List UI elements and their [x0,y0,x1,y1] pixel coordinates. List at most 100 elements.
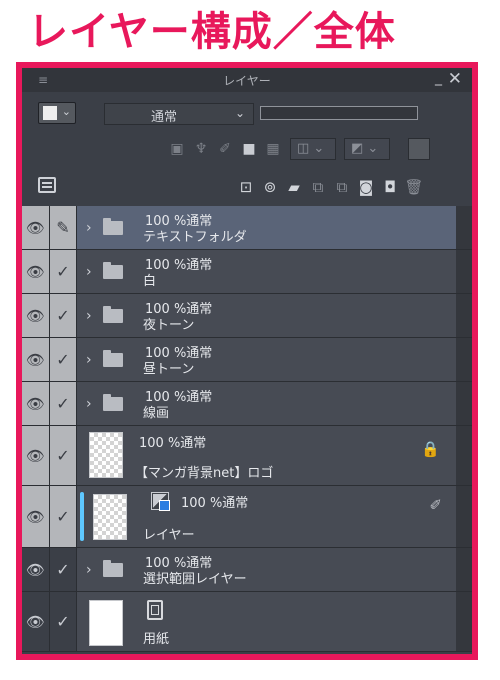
expand-icon[interactable]: › [86,395,92,413]
delete-icon[interactable]: 🗑 [404,177,424,197]
layer-body[interactable]: › 100 %通常 選択範囲レイヤー [77,548,456,591]
visibility-toggle[interactable]: 👁 [22,206,50,249]
expand-icon[interactable]: › [86,307,92,325]
new-raster-layer-icon[interactable]: ⊡ [236,177,256,197]
scrollbar-track[interactable] [456,338,472,381]
layer-opacity-mode: 100 %通常 [139,436,207,451]
layer-command-bar: ⊡ ⊚ ▰ ⧉ ⧉ ◙ ◘ 🗑 [22,172,472,202]
lock-layer-icon[interactable]: ■ [240,140,258,158]
panel-titlebar[interactable]: ≡ レイヤー _ ✕ [22,68,472,92]
mask-icon[interactable]: ◙ [356,177,376,197]
layer-body[interactable]: 100 %通常 【マンガ背景net】ロゴ 🔒 [77,426,456,485]
layer-body[interactable]: 用紙 [77,592,456,651]
layer-color-button[interactable]: ⌄ [38,102,76,124]
folder-icon [103,349,123,367]
edit-target-toggle[interactable]: ✓ [50,294,77,337]
transfer-lower-icon[interactable]: ⧉ [308,177,328,197]
layer-body[interactable]: › 100 %通常 テキストフォルダ [77,206,456,249]
close-icon[interactable]: ✕ [448,69,462,89]
apply-mask-icon[interactable]: ◘ [380,177,400,197]
scrollbar-track[interactable] [456,592,472,651]
edit-target-toggle[interactable]: ✓ [50,592,77,651]
visibility-toggle[interactable]: 👁 [22,382,50,425]
expand-icon[interactable]: › [86,351,92,369]
layer-name: テキストフォルダ [143,230,247,245]
layer-row[interactable]: 👁 ✓ 100 %通常 レイヤー ✐ [22,486,472,548]
pen-icon: ✎ [56,217,70,237]
opacity-slider[interactable] [260,106,418,120]
mask-dropdown[interactable]: ◫ ⌄ [290,138,336,160]
layer-row[interactable]: 👁 ✓ › 100 %通常 選択範囲レイヤー [22,548,472,592]
scrollbar-track[interactable] [456,426,472,485]
layer-list-icon[interactable] [38,177,56,193]
chevron-down-icon: ⌄ [61,105,71,118]
visibility-toggle[interactable]: 👁 [22,338,50,381]
edit-target-toggle[interactable]: ✓ [50,548,77,591]
layer-row[interactable]: 👁 ✓ 100 %通常 【マンガ背景net】ロゴ 🔒 [22,426,472,486]
layer-row[interactable]: 👁 ✓ › 100 %通常 白 [22,250,472,294]
check-icon: ✓ [56,611,70,631]
visibility-toggle[interactable]: 👁 [22,250,50,293]
layer-name: 夜トーン [143,318,195,333]
layer-body[interactable]: › 100 %通常 線画 [77,382,456,425]
reference-layer-icon[interactable]: ♆ [192,140,210,158]
layer-name: 白 [143,274,157,289]
paper-icon [147,600,163,620]
expand-icon[interactable]: › [86,561,92,579]
expand-icon[interactable]: › [86,263,92,281]
edit-target-toggle[interactable]: ✓ [50,382,77,425]
minimize-icon[interactable]: _ [435,70,442,86]
scrollbar-track[interactable] [456,486,472,547]
color-chip [43,106,57,120]
visibility-toggle[interactable]: 👁 [22,592,50,651]
scrollbar-track[interactable] [456,382,472,425]
new-vector-layer-icon[interactable]: ⊚ [260,177,280,197]
eye-icon: 👁 [26,218,46,237]
layer-thumbnail [89,432,123,478]
clip-icon[interactable]: ▣ [168,140,186,158]
chevron-down-icon: ⌄ [234,106,245,120]
folder-icon [103,393,123,411]
layer-row[interactable]: 👁 ✓ › 100 %通常 夜トーン [22,294,472,338]
lock-transparent-icon[interactable]: ▦ [264,140,282,158]
layer-body[interactable]: › 100 %通常 夜トーン [77,294,456,337]
layer-row[interactable]: 👁 ✓ 用紙 [22,592,472,652]
layer-body[interactable]: 100 %通常 レイヤー ✐ [77,486,456,547]
layer-row[interactable]: 👁 ✓ › 100 %通常 線画 [22,382,472,426]
check-icon: ✓ [56,445,70,465]
new-folder-icon[interactable]: ▰ [284,177,304,197]
folder-icon [103,305,123,323]
layer-panel: ≡ レイヤー _ ✕ ⌄ 通常 ⌄ ▣ ♆ ✐ ■ ▦ ◫ ⌄ ◩ ⌄ ⊡ ⊚ … [16,62,478,660]
blend-mode-select[interactable]: 通常 ⌄ [104,103,254,125]
expand-icon[interactable]: › [86,219,92,237]
visibility-toggle[interactable]: 👁 [22,548,50,591]
layer-row[interactable]: 👁 ✓ › 100 %通常 昼トーン [22,338,472,382]
layer-name: 線画 [143,406,170,421]
selection-indicator [80,492,84,541]
ruler-dropdown[interactable]: ◩ ⌄ [344,138,390,160]
scrollbar-track[interactable] [456,548,472,591]
scrollbar-track[interactable] [456,206,472,249]
panel-title: レイヤー [223,74,271,88]
layer-color-toggle[interactable] [408,138,430,160]
layer-row[interactable]: 👁 ✎ › 100 %通常 テキストフォルダ [22,206,472,250]
layer-option-toolbar: ▣ ♆ ✐ ■ ▦ ◫ ⌄ ◩ ⌄ [22,132,472,166]
layer-body[interactable]: › 100 %通常 昼トーン [77,338,456,381]
layer-name: 選択範囲レイヤー [143,572,247,587]
edit-target-toggle[interactable]: ✓ [50,426,77,485]
check-icon: ✓ [56,349,70,369]
visibility-toggle[interactable]: 👁 [22,294,50,337]
visibility-toggle[interactable]: 👁 [22,486,50,547]
edit-target-toggle[interactable]: ✓ [50,338,77,381]
edit-target-toggle[interactable]: ✓ [50,486,77,547]
layer-body[interactable]: › 100 %通常 白 [77,250,456,293]
scrollbar-track[interactable] [456,294,472,337]
scrollbar-track[interactable] [456,250,472,293]
combine-lower-icon[interactable]: ⧉ [332,177,352,197]
edit-target-toggle[interactable]: ✎ [50,206,77,249]
draft-layer-icon[interactable]: ✐ [216,140,234,158]
visibility-toggle[interactable]: 👁 [22,426,50,485]
layer-thumbnail [93,494,127,540]
edit-target-toggle[interactable]: ✓ [50,250,77,293]
folder-icon [103,559,123,577]
